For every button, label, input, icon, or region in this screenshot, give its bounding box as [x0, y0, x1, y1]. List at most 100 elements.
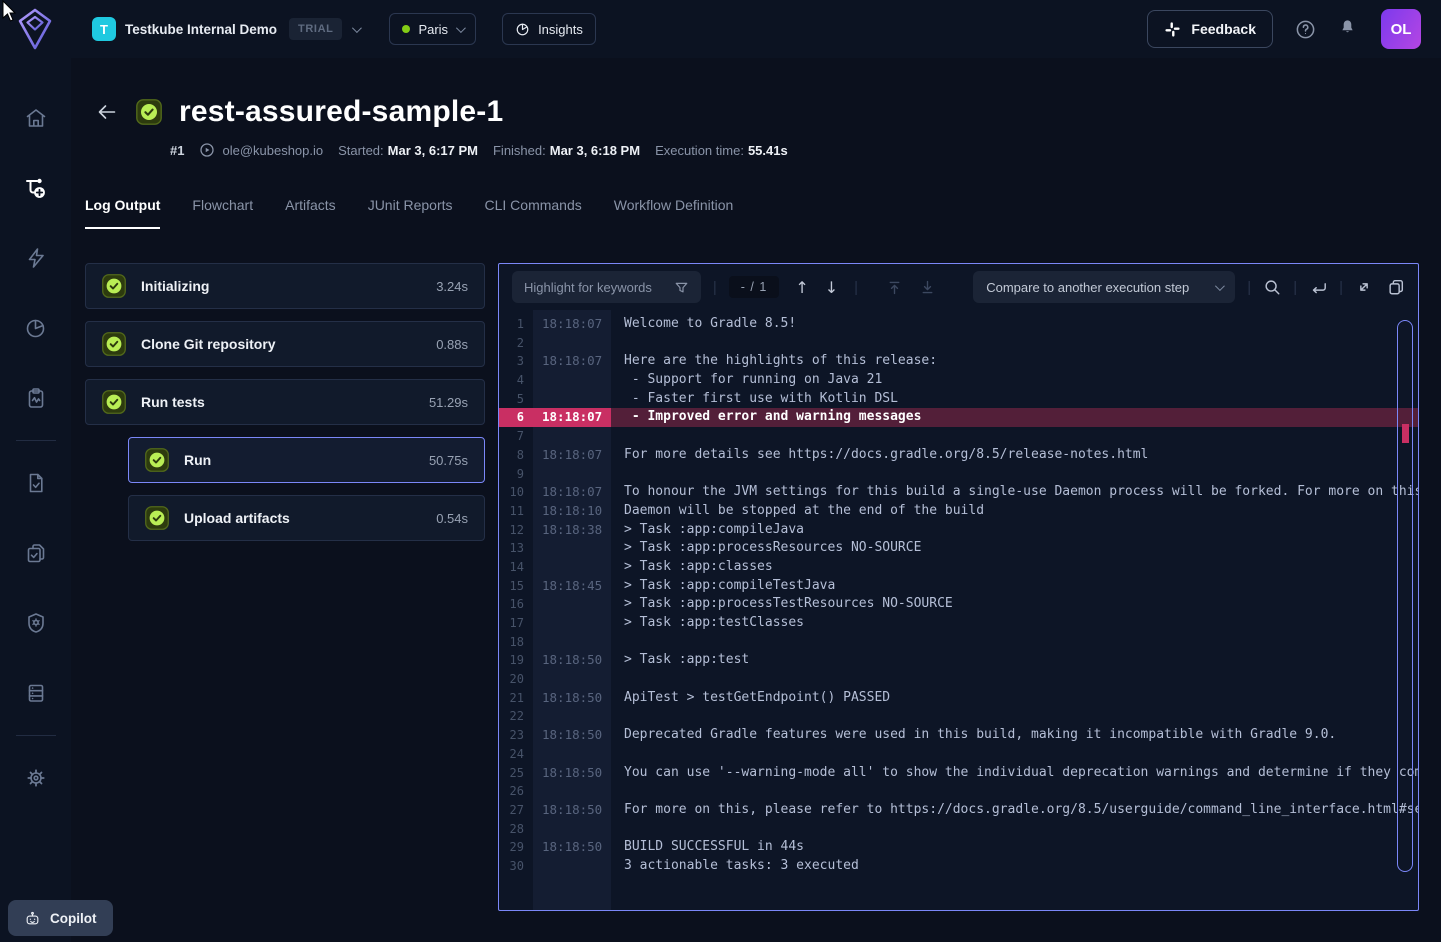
- sidebar-item-resources[interactable]: [12, 669, 60, 717]
- log-line[interactable]: 16 > Task :app:processTestResources NO-S…: [499, 595, 1418, 614]
- filter-funnel-icon: [674, 280, 689, 295]
- arrow-left-icon: [95, 100, 119, 124]
- fullscreen-button[interactable]: [1355, 278, 1373, 296]
- log-line[interactable]: 25 18:18:50 You can use '--warning-mode …: [499, 764, 1418, 783]
- log-line-text: [611, 745, 1418, 764]
- log-line-number: 24: [499, 745, 533, 764]
- search-button[interactable]: [1263, 278, 1281, 296]
- step-card-clone-git-repository[interactable]: Clone Git repository 0.88s: [85, 321, 485, 367]
- copilot-button[interactable]: Copilot: [8, 900, 113, 936]
- log-line[interactable]: 5 - Faster first use with Kotlin DSL: [499, 390, 1418, 409]
- log-line[interactable]: 24: [499, 745, 1418, 764]
- workspace-chevron-down-icon[interactable]: [352, 23, 362, 33]
- log-line[interactable]: 14 > Task :app:classes: [499, 558, 1418, 577]
- sidebar-item-artifacts[interactable]: [12, 529, 60, 577]
- back-button[interactable]: [95, 100, 119, 124]
- tab-flowchart[interactable]: Flowchart: [192, 197, 253, 229]
- log-line[interactable]: 15 18:18:45 > Task :app:compileTestJava: [499, 577, 1418, 596]
- step-card-upload-artifacts[interactable]: Upload artifacts 0.54s: [128, 495, 485, 541]
- log-line-timestamp: [533, 614, 611, 633]
- previous-match-button[interactable]: ↑: [795, 278, 808, 297]
- log-line[interactable]: 4 - Support for running on Java 21: [499, 371, 1418, 390]
- sidebar-item-security[interactable]: [12, 599, 60, 647]
- sidebar-item-test-results[interactable]: [12, 459, 60, 507]
- log-line-text: > Task :app:processResources NO-SOURCE: [611, 539, 1418, 558]
- step-success-icon: [102, 274, 126, 298]
- workspace-initial-chip[interactable]: T: [92, 17, 116, 41]
- log-line-number: 28: [499, 820, 533, 839]
- user-avatar[interactable]: OL: [1381, 9, 1421, 49]
- workspace-name: Testkube Internal Demo: [125, 22, 277, 37]
- step-card-run-tests[interactable]: Run tests 51.29s: [85, 379, 485, 425]
- sidebar-item-monitors[interactable]: [12, 374, 60, 422]
- testkube-logo-icon[interactable]: [18, 8, 52, 50]
- log-line[interactable]: 11 18:18:10 Daemon will be stopped at th…: [499, 502, 1418, 521]
- log-line[interactable]: 28: [499, 820, 1418, 839]
- feedback-button[interactable]: Feedback: [1147, 10, 1273, 48]
- log-line-text: BUILD SUCCESSFUL in 44s: [611, 838, 1418, 857]
- jump-to-bottom-button[interactable]: [919, 279, 936, 296]
- tab-artifacts[interactable]: Artifacts: [285, 197, 336, 229]
- log-line[interactable]: 21 18:18:50 ApiTest > testGetEndpoint() …: [499, 689, 1418, 708]
- log-scrollbar-thumb[interactable]: [1397, 320, 1413, 872]
- log-line[interactable]: 22: [499, 707, 1418, 726]
- sidebar-item-test-workflows[interactable]: [12, 164, 60, 212]
- log-line-number: 22: [499, 707, 533, 726]
- sidebar-nav: [0, 58, 71, 942]
- log-line[interactable]: 3 18:18:07 Here are the highlights of th…: [499, 352, 1418, 371]
- copy-log-button[interactable]: [1387, 278, 1405, 296]
- shield-gear-icon: [24, 611, 48, 635]
- log-line[interactable]: 7: [499, 427, 1418, 446]
- next-match-button[interactable]: ↓: [825, 278, 838, 297]
- step-duration: 51.29s: [429, 395, 468, 410]
- log-line[interactable]: 18: [499, 633, 1418, 652]
- tab-workflow-definition[interactable]: Workflow Definition: [614, 197, 734, 229]
- log-line[interactable]: 10 18:18:07 To honour the JVM settings f…: [499, 483, 1418, 502]
- sidebar-item-home[interactable]: [12, 94, 60, 142]
- home-icon: [24, 106, 48, 130]
- wrap-lines-icon: [1309, 278, 1327, 296]
- log-line-number: 11: [499, 502, 533, 521]
- log-line[interactable]: 13 > Task :app:processResources NO-SOURC…: [499, 539, 1418, 558]
- highlight-keywords-input[interactable]: Highlight for keywords: [512, 271, 701, 303]
- log-line[interactable]: 1 18:18:07 Welcome to Gradle 8.5!: [499, 315, 1418, 334]
- log-line[interactable]: 29 18:18:50 BUILD SUCCESSFUL in 44s: [499, 838, 1418, 857]
- jump-to-top-button[interactable]: [886, 279, 903, 296]
- tab-junit-reports[interactable]: JUnit Reports: [368, 197, 453, 229]
- sidebar-item-insights[interactable]: [12, 304, 60, 352]
- log-line[interactable]: 2: [499, 334, 1418, 353]
- log-line[interactable]: 27 18:18:50 For more on this, please ref…: [499, 801, 1418, 820]
- log-line-text: To honour the JVM settings for this buil…: [611, 483, 1418, 502]
- log-line[interactable]: 9: [499, 465, 1418, 484]
- log-line[interactable]: 23 18:18:50 Deprecated Gradle features w…: [499, 726, 1418, 745]
- log-line[interactable]: 26: [499, 782, 1418, 801]
- sidebar-item-settings[interactable]: [12, 754, 60, 802]
- log-line-number: 1: [499, 315, 533, 334]
- arrow-to-top-icon: [886, 279, 903, 296]
- log-line[interactable]: 20: [499, 670, 1418, 689]
- step-card-initializing[interactable]: Initializing 3.24s: [85, 263, 485, 309]
- log-line[interactable]: 19 18:18:50 > Task :app:test: [499, 651, 1418, 670]
- log-line-text: > Task :app:processTestResources NO-SOUR…: [611, 595, 1418, 614]
- test-workflows-icon: [23, 175, 49, 201]
- log-line-text: [611, 427, 1418, 446]
- sidebar-divider: [16, 735, 56, 736]
- log-line[interactable]: 12 18:18:38 > Task :app:compileJava: [499, 521, 1418, 540]
- log-line[interactable]: 30 3 actionable tasks: 3 executed: [499, 857, 1418, 876]
- log-line-text: [611, 465, 1418, 484]
- notifications-button[interactable]: [1338, 18, 1357, 40]
- environment-status-dot-icon: [402, 25, 410, 33]
- log-line[interactable]: 17 > Task :app:testClasses: [499, 614, 1418, 633]
- tab-log-output[interactable]: Log Output: [85, 197, 160, 229]
- log-line[interactable]: 6 18:18:07 - Improved error and warning …: [499, 408, 1418, 427]
- documents-stack-icon: [24, 541, 48, 565]
- help-button[interactable]: [1295, 19, 1316, 40]
- step-card-run[interactable]: Run 50.75s: [128, 437, 485, 483]
- word-wrap-button[interactable]: [1309, 278, 1327, 296]
- compare-step-select[interactable]: Compare to another execution step: [973, 271, 1235, 303]
- log-line[interactable]: 8 18:18:07 For more details see https://…: [499, 446, 1418, 465]
- insights-button[interactable]: Insights: [502, 13, 596, 45]
- sidebar-item-triggers[interactable]: [12, 234, 60, 282]
- tab-cli-commands[interactable]: CLI Commands: [485, 197, 582, 229]
- environment-selector[interactable]: Paris: [389, 13, 476, 45]
